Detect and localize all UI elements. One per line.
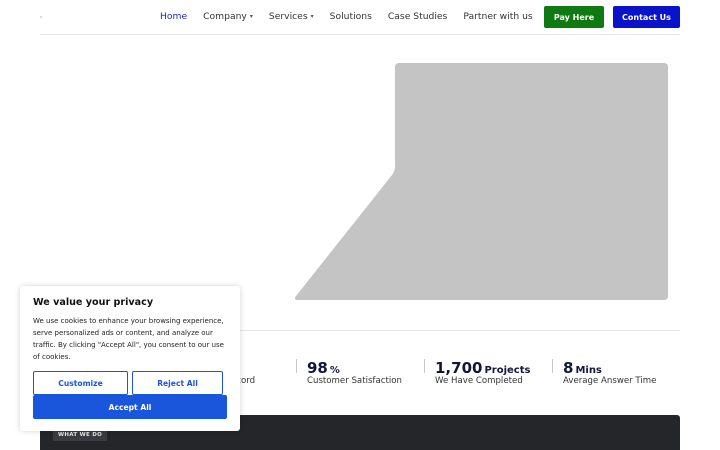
cookie-title: We value your privacy — [33, 297, 154, 308]
stat-label: Customer Satisfaction — [307, 376, 402, 386]
nav-item-partner[interactable]: Partner with us — [463, 11, 532, 22]
accept-all-button[interactable]: Accept All — [33, 395, 227, 419]
stat-answer-time: 8 Mins Average Answer Time — [552, 359, 656, 386]
nav-item-services[interactable]: Services ▾ — [269, 11, 314, 22]
logo[interactable] — [40, 16, 42, 18]
nav-item-solutions[interactable]: Solutions — [330, 11, 372, 22]
hero-image-shape — [294, 63, 668, 300]
stat-unit: Mins — [575, 365, 602, 376]
cookie-consent-dialog: We value your privacy We use cookies to … — [20, 286, 240, 431]
nav-item-case-studies[interactable]: Case Studies — [388, 11, 448, 22]
chevron-down-icon: ▾ — [249, 13, 253, 20]
stat-number: 98 — [307, 359, 328, 377]
page: Home Company ▾ Services ▾ Solutions Case… — [0, 0, 720, 450]
reject-all-button[interactable]: Reject All — [132, 371, 223, 395]
stat-value: 8 Mins — [563, 358, 602, 377]
stat-value: 98% — [307, 358, 340, 377]
stat-satisfaction: 98% Customer Satisfaction — [296, 359, 402, 386]
main-nav: Home Company ▾ Services ▾ Solutions Case… — [160, 11, 549, 22]
nav-item-label: Company — [203, 11, 247, 22]
stat-value: 1,700 Projects — [435, 358, 530, 377]
nav-item-company[interactable]: Company ▾ — [203, 11, 253, 22]
nav-item-label: Partner with us — [463, 11, 533, 22]
nav-item-label: Case Studies — [387, 11, 448, 22]
stat-label: Average Answer Time — [563, 376, 657, 386]
nav-item-label: Home — [160, 11, 188, 22]
nav-item-label: Services — [268, 11, 308, 22]
stat-number: 8 — [563, 359, 574, 377]
stat-label: We Have Completed — [435, 376, 523, 386]
chevron-down-icon: ▾ — [310, 13, 314, 20]
hero-image-placeholder — [294, 63, 668, 300]
stat-unit: Projects — [484, 365, 531, 376]
site-header: Home Company ▾ Services ▾ Solutions Case… — [40, 0, 680, 35]
nav-item-home[interactable]: Home — [160, 11, 187, 22]
pay-here-button[interactable]: Pay Here — [544, 6, 604, 28]
nav-item-label: Solutions — [329, 11, 372, 22]
stat-unit: % — [329, 365, 340, 376]
contact-us-button[interactable]: Contact Us — [613, 6, 680, 28]
stat-projects: 1,700 Projects We Have Completed — [424, 359, 530, 386]
stat-number: 1,700 — [435, 359, 483, 377]
cookie-text: We use cookies to enhance your browsing … — [33, 317, 224, 361]
customize-button[interactable]: Customize — [33, 371, 128, 395]
